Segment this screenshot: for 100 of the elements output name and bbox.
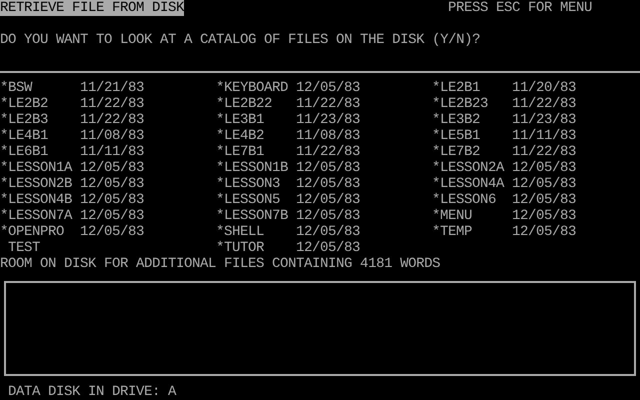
file-marker: *: [0, 96, 8, 112]
file-marker: *: [0, 192, 8, 208]
file-date: 11/11/83: [80, 144, 144, 160]
file-marker: *: [0, 112, 8, 128]
file-marker: *: [0, 128, 8, 144]
file-date: 11/22/83: [296, 96, 360, 112]
file-marker: *: [216, 192, 224, 208]
file-name: TEMP: [440, 224, 472, 240]
file-date: 11/08/83: [296, 128, 360, 144]
file-date: 12/05/83: [512, 160, 576, 176]
status-text: DATA DISK IN DRIVE: A: [8, 384, 176, 400]
file-date: 12/05/83: [512, 176, 576, 192]
file-marker: *: [216, 208, 224, 224]
file-date: 12/05/83: [80, 176, 144, 192]
file-date: 12/05/83: [296, 240, 360, 256]
file-marker: *: [0, 144, 8, 160]
file-name: KEYBOARD: [224, 80, 288, 96]
file-date: 12/05/83: [80, 192, 144, 208]
file-marker: *: [432, 80, 440, 96]
file-date: 12/05/83: [296, 80, 360, 96]
file-marker: *: [432, 208, 440, 224]
file-name: LE2B22: [224, 96, 272, 112]
file-name: LESSON1A: [8, 160, 72, 176]
file-name: LE7B1: [224, 144, 264, 160]
file-date: 12/05/83: [80, 224, 144, 240]
file-date: 11/22/83: [80, 96, 144, 112]
screen-title: RETRIEVE FILE FROM DISK: [0, 0, 184, 16]
file-name: LE2B23: [440, 96, 488, 112]
file-name: LESSON1B: [224, 160, 288, 176]
file-date: 11/11/83: [512, 128, 576, 144]
file-name: LESSON2B: [8, 176, 72, 192]
input-field[interactable]: [4, 281, 636, 376]
file-marker: *: [432, 112, 440, 128]
file-name: LESSON6: [440, 192, 496, 208]
file-date: 12/05/83: [296, 224, 360, 240]
file-name: OPENPRO: [8, 224, 64, 240]
file-name: LESSON7A: [8, 208, 72, 224]
file-date: 12/05/83: [296, 192, 360, 208]
file-name: LE3B2: [440, 112, 480, 128]
file-name: LE3B1: [224, 112, 264, 128]
file-date: 11/20/83: [512, 80, 576, 96]
file-date: 11/22/83: [80, 112, 144, 128]
file-date: 12/05/83: [512, 208, 576, 224]
file-marker: *: [0, 176, 8, 192]
file-marker: *: [216, 176, 224, 192]
file-name: LESSON2A: [440, 160, 504, 176]
file-marker: *: [432, 224, 440, 240]
free-space-text: ROOM ON DISK FOR ADDITIONAL FILES CONTAINING 4181 WORDS: [0, 256, 440, 272]
file-date: 11/23/83: [512, 112, 576, 128]
file-date: 12/05/83: [80, 160, 144, 176]
file-date: 12/05/83: [296, 160, 360, 176]
file-marker: *: [216, 112, 224, 128]
file-name: LE2B3: [8, 112, 48, 128]
file-date: 11/23/83: [296, 112, 360, 128]
file-marker: *: [432, 176, 440, 192]
file-date: 11/22/83: [512, 96, 576, 112]
file-name: SHELL: [224, 224, 264, 240]
file-marker: *: [216, 144, 224, 160]
file-name: LE5B1: [440, 128, 480, 144]
file-name: MENU: [440, 208, 472, 224]
menu-hint: PRESS ESC FOR MENU: [448, 0, 592, 16]
file-marker: *: [216, 96, 224, 112]
prompt-text: DO YOU WANT TO LOOK AT A CATALOG OF FILES ON THE DISK (Y/N)?: [0, 32, 480, 48]
file-name: LE2B2: [8, 96, 48, 112]
file-marker: *: [0, 208, 8, 224]
file-date: 12/05/83: [80, 208, 144, 224]
file-marker: *: [216, 240, 224, 256]
file-name: LESSON7B: [224, 208, 288, 224]
file-marker: *: [216, 160, 224, 176]
file-marker: *: [432, 128, 440, 144]
file-name: LE4B2: [224, 128, 264, 144]
file-name: BSW: [8, 80, 32, 96]
file-date: 12/05/83: [296, 208, 360, 224]
file-name: LE4B1: [8, 128, 48, 144]
file-name: TEST: [8, 240, 40, 256]
file-name: LE6B1: [8, 144, 48, 160]
file-marker: *: [432, 192, 440, 208]
file-name: LESSON4B: [8, 192, 72, 208]
file-date: 12/05/83: [512, 224, 576, 240]
file-name: LESSON3: [224, 176, 280, 192]
file-marker: *: [432, 96, 440, 112]
file-marker: *: [0, 224, 8, 240]
file-name: LESSON4A: [440, 176, 504, 192]
file-date: 11/08/83: [80, 128, 144, 144]
file-name: LE7B2: [440, 144, 480, 160]
file-date: 11/22/83: [296, 144, 360, 160]
file-marker: *: [0, 160, 8, 176]
file-marker: *: [432, 144, 440, 160]
file-marker: *: [216, 80, 224, 96]
file-name: LE2B1: [440, 80, 480, 96]
file-name: LESSON5: [224, 192, 280, 208]
file-marker: *: [216, 224, 224, 240]
file-marker: *: [0, 80, 8, 96]
file-date: 12/05/83: [512, 192, 576, 208]
file-date: 11/21/83: [80, 80, 144, 96]
file-marker: *: [216, 128, 224, 144]
file-date: 12/05/83: [296, 176, 360, 192]
file-marker: *: [432, 160, 440, 176]
file-date: 11/22/83: [512, 144, 576, 160]
file-name: TUTOR: [224, 240, 264, 256]
